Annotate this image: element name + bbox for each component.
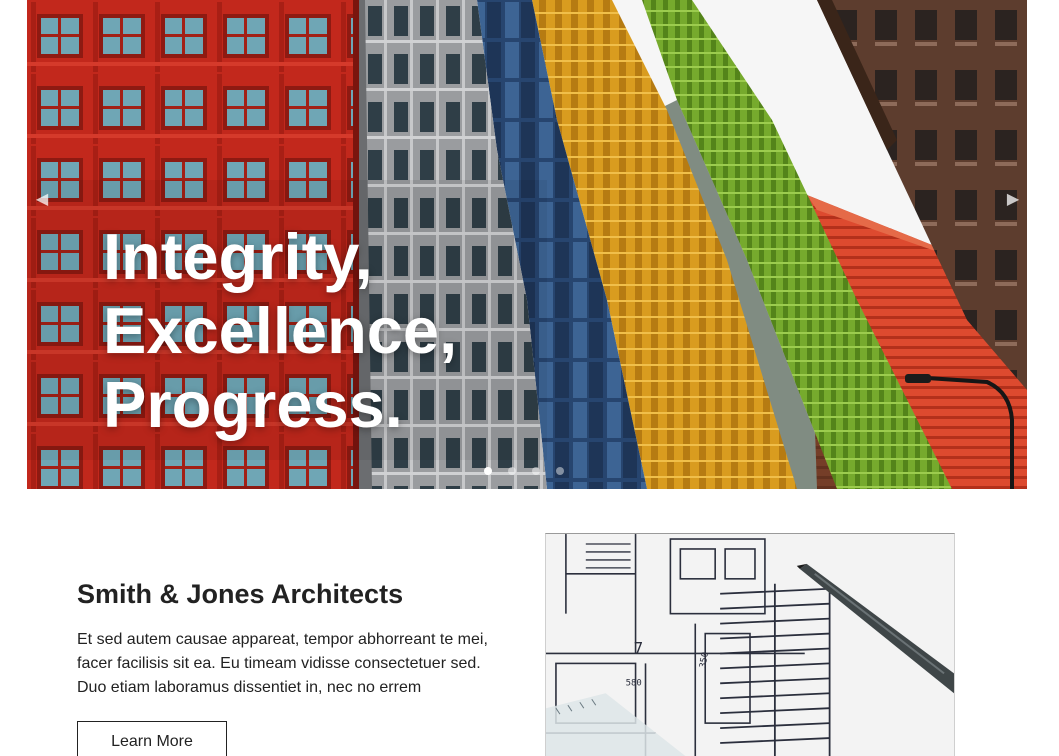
slider-dot-1[interactable] bbox=[484, 467, 492, 475]
page: Integrity, Excellence, Progress. ◀ ▶ Smi… bbox=[0, 0, 1059, 756]
intro-paragraph-line-1: Et sed autem causae appareat, tempor abh… bbox=[77, 631, 488, 648]
blueprint-image: 7 580 350 bbox=[545, 533, 955, 756]
intro-paragraph: Et sed autem causae appareat, tempor abh… bbox=[77, 628, 507, 700]
slider-dot-4[interactable] bbox=[556, 467, 564, 475]
slider-pagination bbox=[484, 467, 564, 479]
blueprint-label-7: 7 bbox=[634, 638, 644, 657]
slider-next-button[interactable]: ▶ bbox=[1001, 186, 1025, 214]
hero-slider[interactable]: Integrity, Excellence, Progress. ◀ ▶ bbox=[27, 0, 1027, 489]
hero-caption: Integrity, Excellence, Progress. bbox=[103, 220, 563, 442]
chevron-left-icon: ◀ bbox=[35, 191, 49, 208]
intro-title: Smith & Jones Architects bbox=[77, 579, 404, 609]
chevron-right-icon: ▶ bbox=[1006, 191, 1020, 208]
learn-more-button[interactable]: Learn More bbox=[77, 721, 227, 756]
intro-paragraph-line-3: Duo etiam laboramus dissentiet in, nec n… bbox=[77, 679, 422, 696]
blueprint-label-580: 580 bbox=[626, 678, 642, 688]
slider-dot-3[interactable] bbox=[532, 467, 540, 475]
hero-caption-line-2: Excellence, bbox=[103, 294, 458, 367]
slider-dot-2[interactable] bbox=[508, 467, 516, 475]
slider-prev-button[interactable]: ◀ bbox=[30, 186, 54, 214]
hero-caption-line-3: Progress. bbox=[103, 368, 403, 441]
hero-caption-line-1: Integrity, bbox=[103, 220, 373, 293]
intro-paragraph-line-2: facer facilisis sit ea. Eu timeam vidiss… bbox=[77, 655, 481, 672]
